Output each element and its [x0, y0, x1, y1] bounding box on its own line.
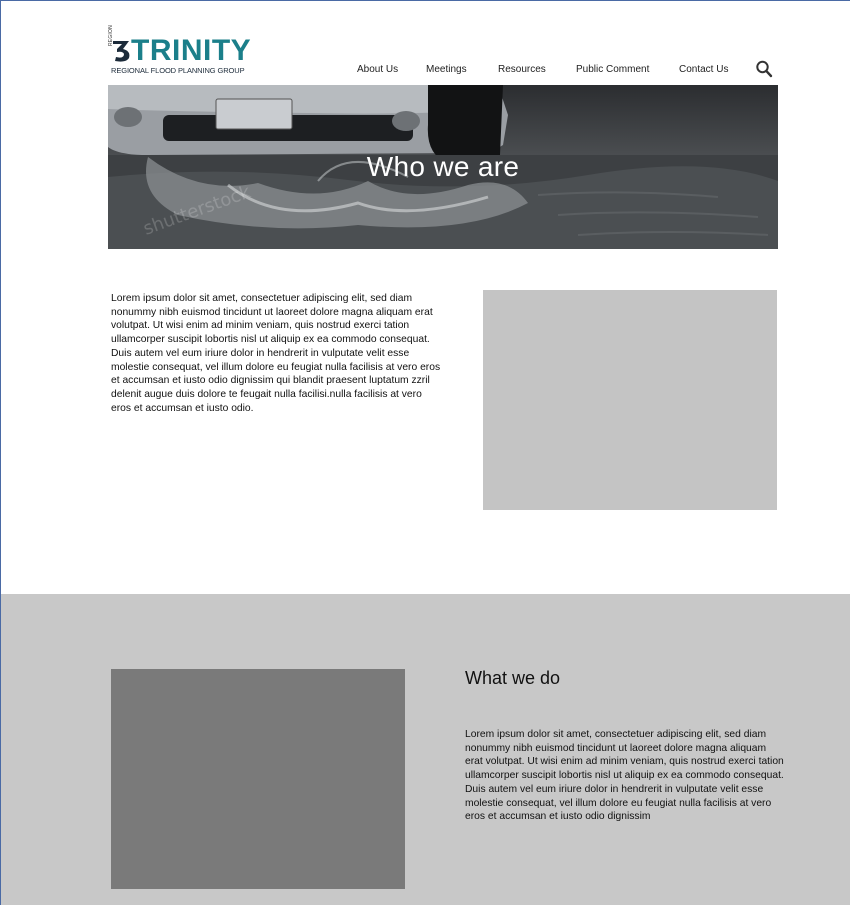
- what-we-do-body: Lorem ipsum dolor sit amet, consectetuer…: [465, 729, 784, 823]
- logo-wordmark: TRINITY: [131, 34, 252, 67]
- logo-region-tag: REGION: [108, 25, 114, 46]
- nav-item-public-comment[interactable]: Public Comment: [576, 64, 649, 75]
- region-3-logo-icon: [113, 41, 130, 62]
- nav-item-contact-us[interactable]: Contact Us: [679, 64, 728, 75]
- search-icon[interactable]: [755, 59, 773, 79]
- who-we-are-image-placeholder: [483, 290, 777, 510]
- site-logo[interactable]: REGION TRINITY REGIONAL FLOOD PLANNING G…: [108, 25, 269, 80]
- nav-item-about-us[interactable]: About Us: [357, 64, 398, 75]
- nav-item-resources[interactable]: Resources: [498, 64, 546, 75]
- nav-item-meetings[interactable]: Meetings: [426, 64, 467, 75]
- logo-subtitle: REGIONAL FLOOD PLANNING GROUP: [111, 66, 245, 75]
- who-we-are-body: Lorem ipsum dolor sit amet, consectetuer…: [111, 293, 441, 414]
- page-frame: REGION TRINITY REGIONAL FLOOD PLANNING G…: [0, 0, 850, 905]
- what-we-do-image-placeholder: [111, 669, 405, 889]
- what-we-do-title: What we do: [465, 668, 561, 688]
- hero-banner: shutterstock Who we are: [108, 85, 778, 249]
- hero-title: Who we are: [366, 151, 520, 182]
